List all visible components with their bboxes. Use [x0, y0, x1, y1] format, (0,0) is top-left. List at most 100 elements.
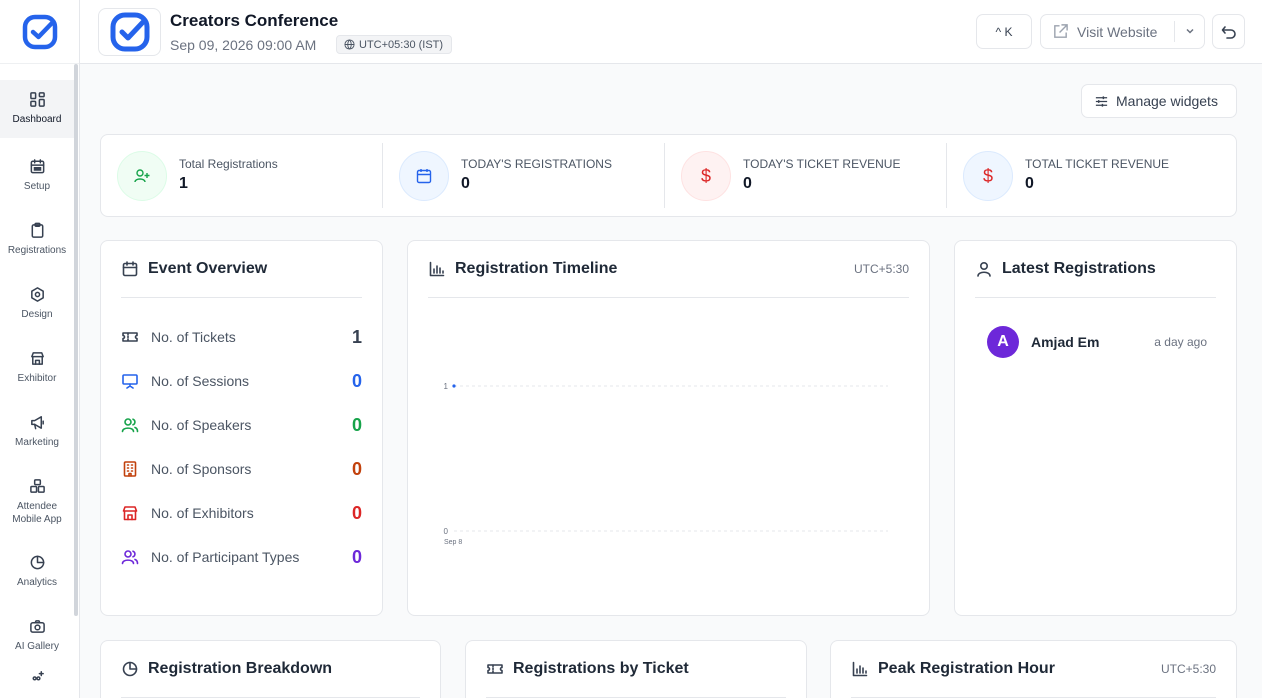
- card-header: Registrations by Ticket: [486, 641, 786, 698]
- sidebar-item-label: Analytics: [16, 577, 57, 589]
- stat-value: 0: [461, 175, 470, 192]
- stat-total-ticket-revenue: $ TOTAL TICKET REVENUE 0: [947, 135, 1236, 216]
- event-title: Creators Conference: [170, 11, 339, 30]
- registration-breakdown-card: Registration Breakdown: [100, 640, 441, 698]
- overview-row-speakers: No. of Speakers 0: [121, 413, 362, 437]
- bar-chart-icon: [429, 261, 445, 277]
- event-logo-icon: [110, 12, 149, 52]
- sidebar-item-more[interactable]: [0, 668, 74, 696]
- card-timezone: UTC+5:30: [1160, 662, 1216, 676]
- registrations-by-ticket-card: Registrations by Ticket: [465, 640, 807, 698]
- overview-label: No. of Exhibitors: [151, 505, 254, 521]
- card-header: Event Overview: [121, 241, 362, 298]
- sidebar-item-label: Design: [21, 309, 53, 321]
- sidebar-nav: Dashboard Setup Registrations Design Exh…: [0, 80, 74, 696]
- overview-row-sponsors: No. of Sponsors 0: [121, 457, 362, 481]
- avatar: A: [987, 326, 1019, 358]
- sidebar-item-analytics[interactable]: Analytics: [0, 540, 74, 604]
- store-icon: [122, 506, 138, 521]
- timezone-label: UTC+05:30 (IST): [359, 38, 444, 51]
- timeline-chart: 0 1 Sep 8: [444, 382, 888, 546]
- sliders-icon: [1095, 95, 1108, 107]
- sidebar-item-registrations[interactable]: Registrations: [0, 208, 74, 272]
- building-icon: [123, 461, 137, 477]
- y-tick-label: 0: [444, 527, 449, 536]
- overview-value: 0: [351, 458, 362, 479]
- stat-value: 0: [1025, 175, 1034, 192]
- sidebar-item-label: Exhibitor: [17, 373, 57, 385]
- stat-label: Total Registrations: [179, 157, 278, 171]
- calendar-icon: [122, 261, 138, 277]
- stats-summary: Total Registrations 1 TODAY'S REGISTRATI…: [100, 134, 1237, 217]
- peak-registration-hour-card: Peak Registration Hour UTC+5:30: [830, 640, 1237, 698]
- overview-row-tickets: No. of Tickets 1: [121, 325, 362, 349]
- ticket-icon: [487, 664, 503, 674]
- card-title: Event Overview: [148, 260, 268, 277]
- sidebar-item-ai-gallery[interactable]: AI Gallery: [0, 604, 74, 668]
- card-title: Registration Breakdown: [148, 660, 333, 677]
- overview-label: No. of Participant Types: [151, 549, 300, 565]
- sidebar-item-exhibitor[interactable]: Exhibitor: [0, 336, 74, 400]
- card-title: Registration Timeline: [455, 260, 618, 277]
- visit-website-button[interactable]: Visit Website: [1040, 14, 1205, 49]
- top-header: Creators Conference Sep 09, 2026 09:00 A…: [80, 0, 1262, 64]
- overview-label: No. of Speakers: [151, 417, 252, 433]
- stat-icon-wrap: [117, 151, 167, 201]
- stat-todays-ticket-revenue: $ TODAY'S TICKET REVENUE 0: [665, 135, 947, 216]
- command-shortcut-button[interactable]: ^ K: [976, 14, 1032, 49]
- sidebar-item-design[interactable]: Design: [0, 272, 74, 336]
- card-timezone: UTC+5:30: [853, 262, 909, 276]
- overview-value: 0: [351, 502, 362, 523]
- manage-widgets-label: Manage widgets: [1116, 93, 1218, 109]
- sidebar-item-label: AI Gallery: [15, 641, 59, 653]
- card-header: Registration Timeline UTC+5:30: [428, 241, 909, 298]
- overview-value: 0: [351, 414, 362, 435]
- overview-row-participant-types: No. of Participant Types 0: [121, 545, 362, 569]
- sidebar-item-dashboard[interactable]: Dashboard: [0, 80, 74, 138]
- y-tick-label: 1: [444, 382, 449, 391]
- card-header: Registration Breakdown: [121, 641, 420, 698]
- sidebar-item-marketing[interactable]: Marketing: [0, 400, 74, 464]
- overview-row-sessions: No. of Sessions 0: [121, 369, 362, 393]
- overview-label: No. of Tickets: [151, 329, 236, 345]
- timezone-badge: UTC+05:30 (IST): [336, 35, 453, 54]
- data-point[interactable]: [452, 384, 456, 388]
- registration-timeline-card: Registration Timeline UTC+5:30 0 1 Sep 8: [407, 240, 930, 616]
- ticket-icon: [122, 332, 138, 342]
- sidebar-item-attendee-mobile-app[interactable]: Attendee Mobile App: [0, 464, 74, 540]
- stat-label: TODAY'S REGISTRATIONS: [461, 157, 612, 171]
- user-plus-icon: [134, 169, 150, 183]
- overview-label: No. of Sessions: [151, 373, 250, 389]
- undo-icon: [1221, 25, 1236, 39]
- sidebar-scrollbar[interactable]: [74, 64, 78, 616]
- x-tick-label: Sep 8: [444, 539, 462, 546]
- calendar-icon: [30, 159, 44, 174]
- button-divider: [1174, 21, 1175, 42]
- overview-value: 0: [351, 370, 362, 391]
- sidebar-item-setup[interactable]: Setup: [0, 144, 74, 208]
- overview-label: No. of Sponsors: [151, 461, 252, 477]
- sidebar-item-label: Setup: [23, 181, 51, 193]
- sidebar-item-label: Dashboard: [12, 114, 62, 126]
- sparkle-icon: [31, 671, 44, 681]
- event-logo: [98, 8, 161, 56]
- external-link-icon: [1054, 24, 1068, 38]
- event-date: Sep 09, 2026 09:00 AM: [170, 37, 317, 53]
- overview-row-exhibitors: No. of Exhibitors 0: [121, 501, 362, 525]
- app-logo[interactable]: [0, 0, 79, 64]
- card-header: Latest Registrations: [975, 241, 1216, 298]
- stat-label: TOTAL TICKET REVENUE: [1025, 157, 1170, 171]
- stat-value: 0: [743, 175, 752, 192]
- overview-value: 0: [351, 546, 362, 567]
- undo-button[interactable]: [1212, 14, 1245, 49]
- sidebar-item-label: Attendee Mobile App: [12, 500, 62, 526]
- calendar-icon: [416, 169, 432, 184]
- latest-registration-item[interactable]: A Amjad Em a day ago: [987, 326, 1207, 358]
- card-header: Peak Registration Hour UTC+5:30: [851, 641, 1216, 698]
- visit-website-label: Visit Website: [1077, 23, 1158, 40]
- manage-widgets-button[interactable]: Manage widgets: [1081, 84, 1237, 118]
- chevron-down-icon[interactable]: [1183, 24, 1197, 38]
- card-title: Registrations by Ticket: [513, 660, 689, 677]
- stat-value: 1: [179, 175, 188, 192]
- pie-chart-icon: [30, 555, 44, 570]
